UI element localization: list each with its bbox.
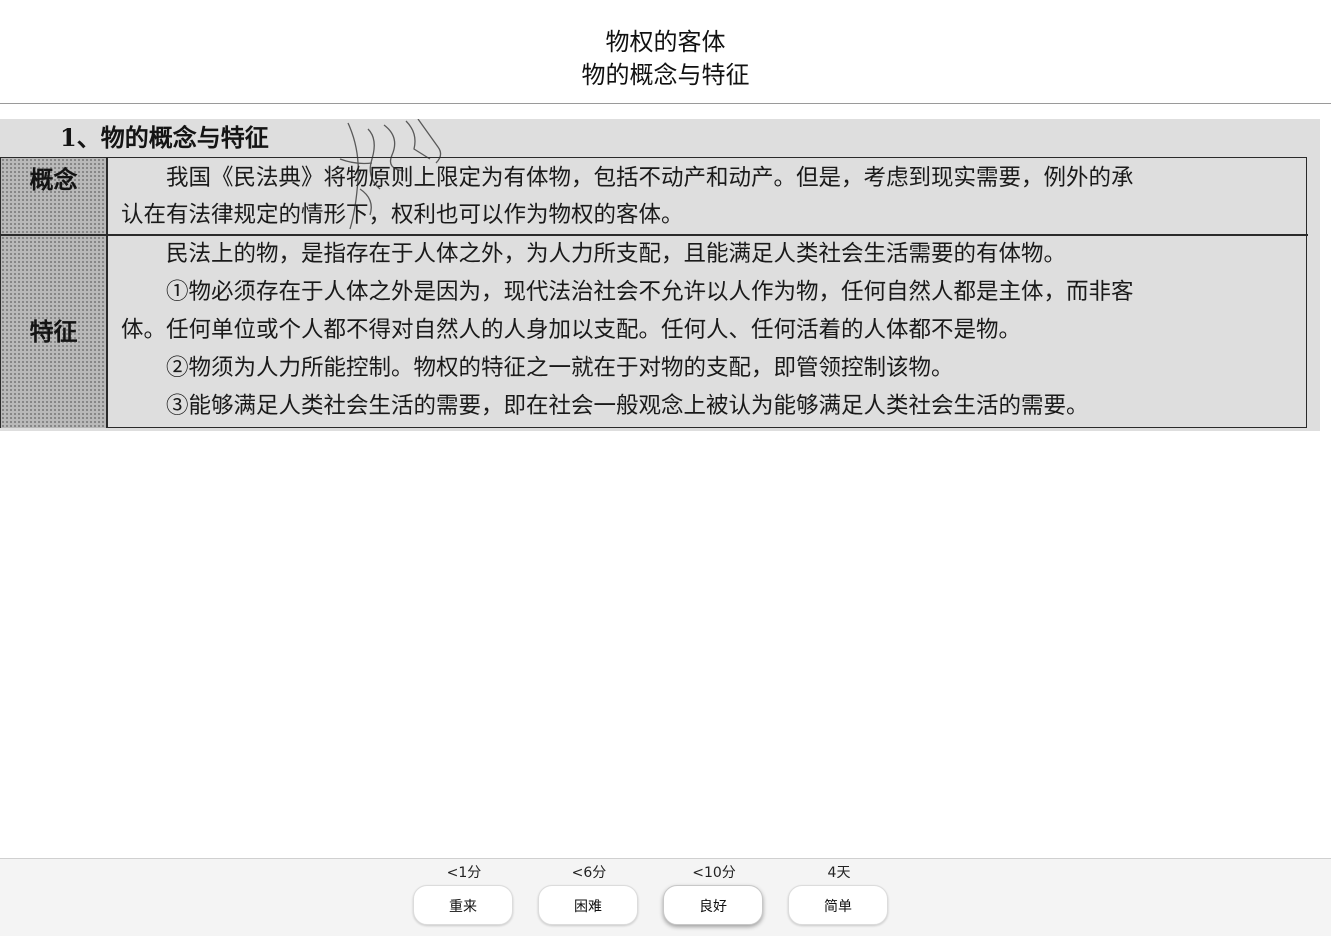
- card-header: 物权的客体 物的概念与特征: [0, 0, 1331, 104]
- feature-line: 体。任何单位或个人都不得对自然人的人身加以支配。任何人、任何活着的人体都不是物。: [121, 317, 1022, 343]
- easy-interval: 4天: [827, 865, 851, 881]
- card-subtitle: 物的概念与特征: [581, 61, 750, 89]
- again-button[interactable]: 重来: [413, 885, 513, 925]
- scanned-figure: 1、物的概念与特征 概念 特征 我国《民法典》将物原则上限定为有体物，包括不动产…: [0, 119, 1320, 431]
- figure-heading: 1、物的概念与特征: [60, 123, 269, 152]
- hard-interval: <6分: [571, 865, 607, 881]
- hard-button[interactable]: 困难: [538, 885, 638, 925]
- easy-button[interactable]: 简单: [788, 885, 888, 925]
- feature-line: ②物须为人力所能控制。物权的特征之一就在于对物的支配，即管领控制该物。: [121, 355, 954, 381]
- again-interval: <1分: [446, 865, 482, 881]
- good-interval: <10分: [692, 865, 736, 881]
- concept-line: 我国《民法典》将物原则上限定为有体物，包括不动产和动产。但是，考虑到现实需要，例…: [121, 165, 1134, 191]
- feature-line: ①物必须存在于人体之外是因为，现代法治社会不允许以人作为物，任何自然人都是主体，…: [121, 279, 1134, 305]
- feature-line: 民法上的物，是指存在于人体之外，为人力所支配，且能满足人类社会生活需要的有体物。: [121, 241, 1067, 267]
- card-title: 物权的客体: [605, 28, 726, 56]
- concept-table: 概念 特征 我国《民法典》将物原则上限定为有体物，包括不动产和动产。但是，考虑到…: [0, 157, 1308, 428]
- good-button[interactable]: 良好: [663, 885, 763, 925]
- column-divider: [106, 158, 108, 427]
- header-divider: [0, 103, 1331, 104]
- answer-bar: <1分 重来 <6分 困难 <10分 良好 4天 简单: [0, 858, 1331, 936]
- watermark-scribble: [339, 119, 442, 230]
- concept-label: 概念: [29, 165, 78, 194]
- feature-label: 特征: [29, 317, 78, 346]
- feature-line: ③能够满足人类社会生活的需要，即在社会一般观念上被认为能够满足人类社会生活的需要…: [121, 393, 1089, 419]
